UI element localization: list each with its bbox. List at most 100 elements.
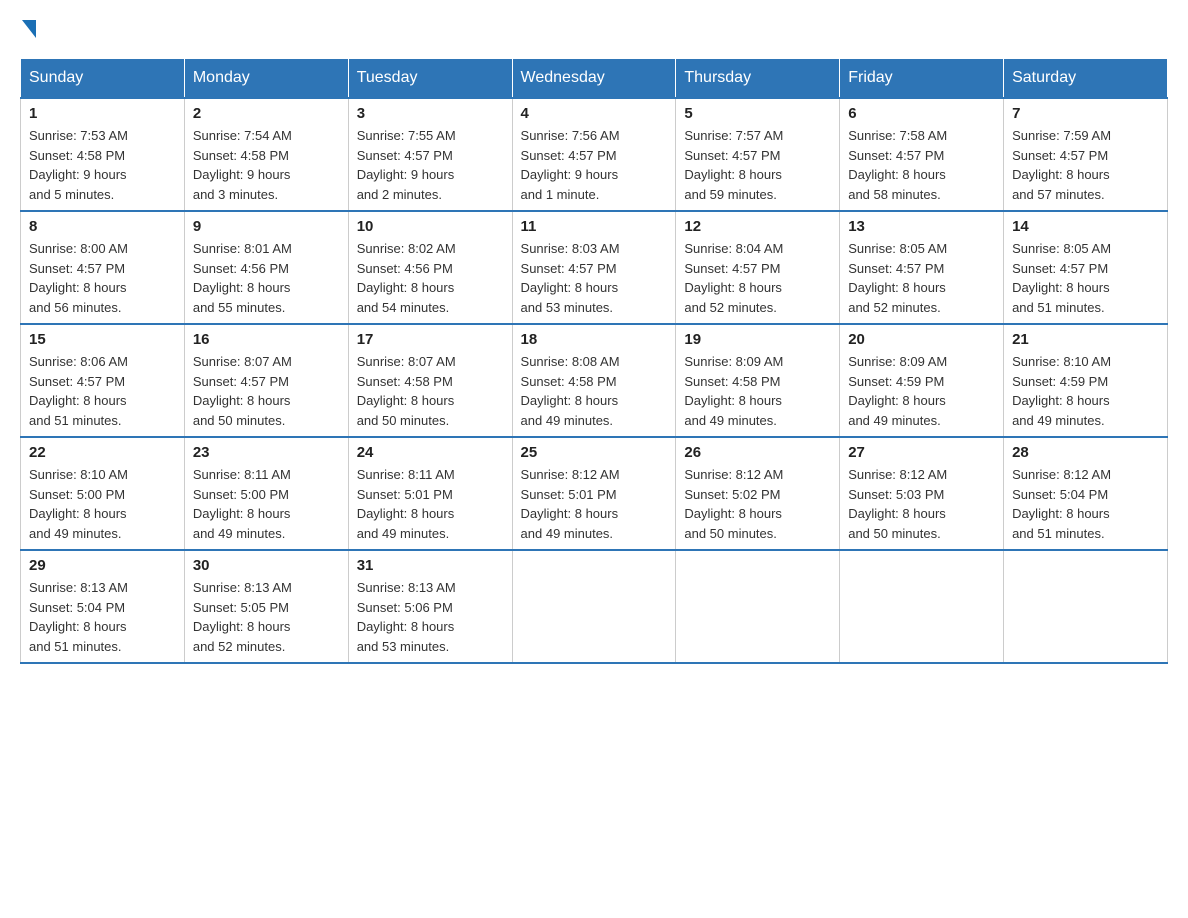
day-number: 23 bbox=[193, 444, 340, 461]
logo-arrow-icon bbox=[22, 20, 36, 38]
day-number: 19 bbox=[684, 331, 831, 348]
logo bbox=[20, 20, 38, 38]
calendar-day-cell: 8 Sunrise: 8:00 AMSunset: 4:57 PMDayligh… bbox=[21, 211, 185, 324]
day-info: Sunrise: 8:00 AMSunset: 4:57 PMDaylight:… bbox=[29, 241, 128, 315]
calendar-day-cell: 3 Sunrise: 7:55 AMSunset: 4:57 PMDayligh… bbox=[348, 98, 512, 211]
calendar-day-cell: 4 Sunrise: 7:56 AMSunset: 4:57 PMDayligh… bbox=[512, 98, 676, 211]
calendar-day-cell: 2 Sunrise: 7:54 AMSunset: 4:58 PMDayligh… bbox=[184, 98, 348, 211]
day-number: 22 bbox=[29, 444, 176, 461]
day-number: 28 bbox=[1012, 444, 1159, 461]
calendar-day-cell: 17 Sunrise: 8:07 AMSunset: 4:58 PMDaylig… bbox=[348, 324, 512, 437]
day-number: 1 bbox=[29, 105, 176, 122]
calendar-day-cell: 22 Sunrise: 8:10 AMSunset: 5:00 PMDaylig… bbox=[21, 437, 185, 550]
day-number: 20 bbox=[848, 331, 995, 348]
day-number: 17 bbox=[357, 331, 504, 348]
day-info: Sunrise: 8:07 AMSunset: 4:58 PMDaylight:… bbox=[357, 354, 456, 428]
day-number: 9 bbox=[193, 218, 340, 235]
calendar-day-cell: 18 Sunrise: 8:08 AMSunset: 4:58 PMDaylig… bbox=[512, 324, 676, 437]
day-number: 21 bbox=[1012, 331, 1159, 348]
day-info: Sunrise: 7:58 AMSunset: 4:57 PMDaylight:… bbox=[848, 128, 947, 202]
calendar-header-monday: Monday bbox=[184, 59, 348, 99]
calendar-day-cell: 24 Sunrise: 8:11 AMSunset: 5:01 PMDaylig… bbox=[348, 437, 512, 550]
day-info: Sunrise: 8:03 AMSunset: 4:57 PMDaylight:… bbox=[521, 241, 620, 315]
day-info: Sunrise: 8:08 AMSunset: 4:58 PMDaylight:… bbox=[521, 354, 620, 428]
calendar-day-cell: 9 Sunrise: 8:01 AMSunset: 4:56 PMDayligh… bbox=[184, 211, 348, 324]
calendar-header-thursday: Thursday bbox=[676, 59, 840, 99]
day-info: Sunrise: 8:12 AMSunset: 5:02 PMDaylight:… bbox=[684, 467, 783, 541]
day-info: Sunrise: 8:10 AMSunset: 5:00 PMDaylight:… bbox=[29, 467, 128, 541]
calendar-day-cell: 23 Sunrise: 8:11 AMSunset: 5:00 PMDaylig… bbox=[184, 437, 348, 550]
day-number: 27 bbox=[848, 444, 995, 461]
calendar-day-cell: 1 Sunrise: 7:53 AMSunset: 4:58 PMDayligh… bbox=[21, 98, 185, 211]
day-info: Sunrise: 8:11 AMSunset: 5:00 PMDaylight:… bbox=[193, 467, 291, 541]
day-info: Sunrise: 8:04 AMSunset: 4:57 PMDaylight:… bbox=[684, 241, 783, 315]
day-info: Sunrise: 7:53 AMSunset: 4:58 PMDaylight:… bbox=[29, 128, 128, 202]
day-number: 16 bbox=[193, 331, 340, 348]
day-number: 4 bbox=[521, 105, 668, 122]
day-number: 3 bbox=[357, 105, 504, 122]
calendar-header-saturday: Saturday bbox=[1004, 59, 1168, 99]
calendar-day-cell: 30 Sunrise: 8:13 AMSunset: 5:05 PMDaylig… bbox=[184, 550, 348, 663]
calendar-day-cell: 6 Sunrise: 7:58 AMSunset: 4:57 PMDayligh… bbox=[840, 98, 1004, 211]
day-info: Sunrise: 8:12 AMSunset: 5:03 PMDaylight:… bbox=[848, 467, 947, 541]
calendar-day-cell: 26 Sunrise: 8:12 AMSunset: 5:02 PMDaylig… bbox=[676, 437, 840, 550]
calendar-header-row: SundayMondayTuesdayWednesdayThursdayFrid… bbox=[21, 59, 1168, 99]
day-number: 2 bbox=[193, 105, 340, 122]
calendar-day-cell: 21 Sunrise: 8:10 AMSunset: 4:59 PMDaylig… bbox=[1004, 324, 1168, 437]
calendar-table: SundayMondayTuesdayWednesdayThursdayFrid… bbox=[20, 58, 1168, 664]
day-info: Sunrise: 8:13 AMSunset: 5:06 PMDaylight:… bbox=[357, 580, 456, 654]
day-info: Sunrise: 8:13 AMSunset: 5:05 PMDaylight:… bbox=[193, 580, 292, 654]
day-number: 8 bbox=[29, 218, 176, 235]
day-info: Sunrise: 8:13 AMSunset: 5:04 PMDaylight:… bbox=[29, 580, 128, 654]
calendar-header-wednesday: Wednesday bbox=[512, 59, 676, 99]
day-info: Sunrise: 8:07 AMSunset: 4:57 PMDaylight:… bbox=[193, 354, 292, 428]
calendar-header-sunday: Sunday bbox=[21, 59, 185, 99]
calendar-week-row: 8 Sunrise: 8:00 AMSunset: 4:57 PMDayligh… bbox=[21, 211, 1168, 324]
day-info: Sunrise: 8:11 AMSunset: 5:01 PMDaylight:… bbox=[357, 467, 455, 541]
calendar-day-cell bbox=[840, 550, 1004, 663]
day-info: Sunrise: 7:55 AMSunset: 4:57 PMDaylight:… bbox=[357, 128, 456, 202]
day-number: 6 bbox=[848, 105, 995, 122]
page-header bbox=[20, 20, 1168, 38]
day-info: Sunrise: 7:56 AMSunset: 4:57 PMDaylight:… bbox=[521, 128, 620, 202]
day-number: 26 bbox=[684, 444, 831, 461]
calendar-week-row: 29 Sunrise: 8:13 AMSunset: 5:04 PMDaylig… bbox=[21, 550, 1168, 663]
calendar-day-cell: 28 Sunrise: 8:12 AMSunset: 5:04 PMDaylig… bbox=[1004, 437, 1168, 550]
calendar-week-row: 1 Sunrise: 7:53 AMSunset: 4:58 PMDayligh… bbox=[21, 98, 1168, 211]
calendar-day-cell: 5 Sunrise: 7:57 AMSunset: 4:57 PMDayligh… bbox=[676, 98, 840, 211]
day-number: 30 bbox=[193, 557, 340, 574]
day-number: 25 bbox=[521, 444, 668, 461]
day-number: 31 bbox=[357, 557, 504, 574]
calendar-day-cell: 14 Sunrise: 8:05 AMSunset: 4:57 PMDaylig… bbox=[1004, 211, 1168, 324]
day-info: Sunrise: 7:59 AMSunset: 4:57 PMDaylight:… bbox=[1012, 128, 1111, 202]
calendar-day-cell: 7 Sunrise: 7:59 AMSunset: 4:57 PMDayligh… bbox=[1004, 98, 1168, 211]
day-info: Sunrise: 8:09 AMSunset: 4:59 PMDaylight:… bbox=[848, 354, 947, 428]
calendar-day-cell: 13 Sunrise: 8:05 AMSunset: 4:57 PMDaylig… bbox=[840, 211, 1004, 324]
calendar-day-cell: 25 Sunrise: 8:12 AMSunset: 5:01 PMDaylig… bbox=[512, 437, 676, 550]
day-info: Sunrise: 8:05 AMSunset: 4:57 PMDaylight:… bbox=[848, 241, 947, 315]
day-info: Sunrise: 8:09 AMSunset: 4:58 PMDaylight:… bbox=[684, 354, 783, 428]
day-info: Sunrise: 8:10 AMSunset: 4:59 PMDaylight:… bbox=[1012, 354, 1111, 428]
calendar-day-cell: 10 Sunrise: 8:02 AMSunset: 4:56 PMDaylig… bbox=[348, 211, 512, 324]
day-number: 7 bbox=[1012, 105, 1159, 122]
day-number: 5 bbox=[684, 105, 831, 122]
day-number: 12 bbox=[684, 218, 831, 235]
calendar-day-cell bbox=[676, 550, 840, 663]
calendar-week-row: 22 Sunrise: 8:10 AMSunset: 5:00 PMDaylig… bbox=[21, 437, 1168, 550]
day-number: 24 bbox=[357, 444, 504, 461]
day-info: Sunrise: 8:02 AMSunset: 4:56 PMDaylight:… bbox=[357, 241, 456, 315]
calendar-day-cell bbox=[512, 550, 676, 663]
day-info: Sunrise: 8:06 AMSunset: 4:57 PMDaylight:… bbox=[29, 354, 128, 428]
calendar-day-cell: 20 Sunrise: 8:09 AMSunset: 4:59 PMDaylig… bbox=[840, 324, 1004, 437]
calendar-day-cell: 12 Sunrise: 8:04 AMSunset: 4:57 PMDaylig… bbox=[676, 211, 840, 324]
day-info: Sunrise: 8:05 AMSunset: 4:57 PMDaylight:… bbox=[1012, 241, 1111, 315]
calendar-day-cell: 29 Sunrise: 8:13 AMSunset: 5:04 PMDaylig… bbox=[21, 550, 185, 663]
calendar-week-row: 15 Sunrise: 8:06 AMSunset: 4:57 PMDaylig… bbox=[21, 324, 1168, 437]
calendar-day-cell: 11 Sunrise: 8:03 AMSunset: 4:57 PMDaylig… bbox=[512, 211, 676, 324]
calendar-day-cell: 19 Sunrise: 8:09 AMSunset: 4:58 PMDaylig… bbox=[676, 324, 840, 437]
calendar-day-cell bbox=[1004, 550, 1168, 663]
day-number: 11 bbox=[521, 218, 668, 235]
calendar-day-cell: 15 Sunrise: 8:06 AMSunset: 4:57 PMDaylig… bbox=[21, 324, 185, 437]
calendar-header-friday: Friday bbox=[840, 59, 1004, 99]
calendar-day-cell: 31 Sunrise: 8:13 AMSunset: 5:06 PMDaylig… bbox=[348, 550, 512, 663]
